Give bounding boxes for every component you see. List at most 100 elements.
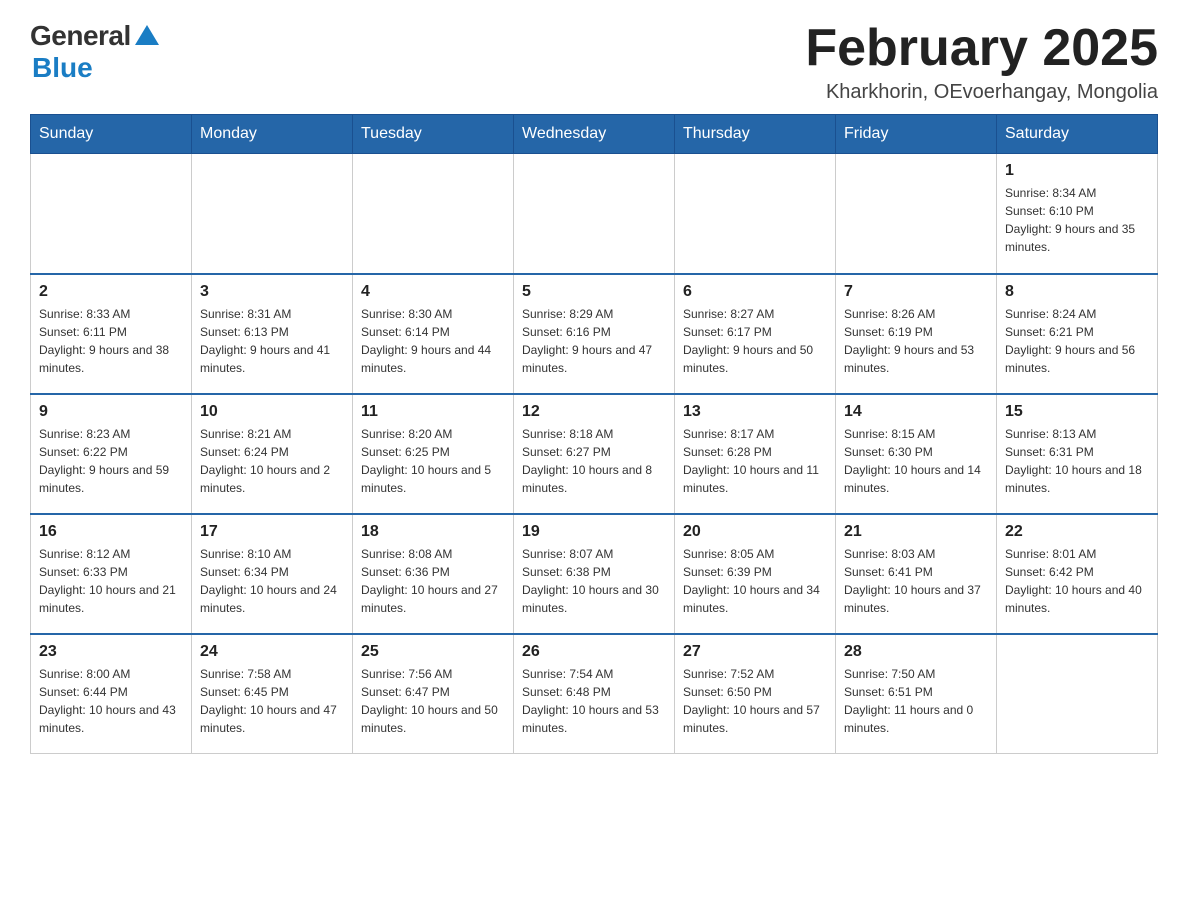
day-number: 10 (200, 403, 344, 421)
calendar-day-cell (836, 154, 997, 274)
day-info: Sunrise: 8:01 AMSunset: 6:42 PMDaylight:… (1005, 545, 1149, 617)
day-number: 4 (361, 283, 505, 301)
day-number: 18 (361, 523, 505, 541)
day-info: Sunrise: 8:10 AMSunset: 6:34 PMDaylight:… (200, 545, 344, 617)
day-number: 25 (361, 643, 505, 661)
calendar-day-header: Friday (836, 115, 997, 154)
day-info: Sunrise: 8:00 AMSunset: 6:44 PMDaylight:… (39, 665, 183, 737)
calendar-day-cell: 14 Sunrise: 8:15 AMSunset: 6:30 PMDayligh… (836, 394, 997, 514)
day-info: Sunrise: 8:18 AMSunset: 6:27 PMDaylight:… (522, 425, 666, 497)
day-number: 15 (1005, 403, 1149, 421)
day-number: 6 (683, 283, 827, 301)
day-info: Sunrise: 8:08 AMSunset: 6:36 PMDaylight:… (361, 545, 505, 617)
calendar-day-cell (31, 154, 192, 274)
calendar-day-cell: 26 Sunrise: 7:54 AMSunset: 6:48 PMDayligh… (514, 634, 675, 754)
day-number: 11 (361, 403, 505, 421)
day-info: Sunrise: 8:26 AMSunset: 6:19 PMDaylight:… (844, 305, 988, 377)
calendar-day-cell: 22 Sunrise: 8:01 AMSunset: 6:42 PMDayligh… (997, 514, 1158, 634)
calendar-day-header: Thursday (675, 115, 836, 154)
calendar-day-cell: 20Sunrise: 8:05 AMSunset: 6:39 PMDayligh… (675, 514, 836, 634)
calendar-day-cell: 13Sunrise: 8:17 AMSunset: 6:28 PMDayligh… (675, 394, 836, 514)
day-info: Sunrise: 7:56 AMSunset: 6:47 PMDaylight:… (361, 665, 505, 737)
day-info: Sunrise: 8:12 AMSunset: 6:33 PMDaylight:… (39, 545, 183, 617)
calendar-day-cell: 27Sunrise: 7:52 AMSunset: 6:50 PMDayligh… (675, 634, 836, 754)
calendar-day-cell: 19 Sunrise: 8:07 AMSunset: 6:38 PMDayligh… (514, 514, 675, 634)
day-info: Sunrise: 8:31 AMSunset: 6:13 PMDaylight:… (200, 305, 344, 377)
calendar-day-cell: 9 Sunrise: 8:23 AMSunset: 6:22 PMDaylight… (31, 394, 192, 514)
day-info: Sunrise: 8:03 AMSunset: 6:41 PMDaylight:… (844, 545, 988, 617)
day-number: 7 (844, 283, 988, 301)
calendar-day-cell: 12 Sunrise: 8:18 AMSunset: 6:27 PMDayligh… (514, 394, 675, 514)
calendar-day-cell (353, 154, 514, 274)
day-info: Sunrise: 8:27 AMSunset: 6:17 PMDaylight:… (683, 305, 827, 377)
calendar-day-cell: 5 Sunrise: 8:29 AMSunset: 6:16 PMDaylight… (514, 274, 675, 394)
day-number: 3 (200, 283, 344, 301)
day-number: 19 (522, 523, 666, 541)
day-info: Sunrise: 8:07 AMSunset: 6:38 PMDaylight:… (522, 545, 666, 617)
calendar-day-header: Saturday (997, 115, 1158, 154)
location-subtitle: Kharkhorin, OEvoerhangay, Mongolia (805, 81, 1158, 104)
day-number: 20 (683, 523, 827, 541)
calendar-day-header: Wednesday (514, 115, 675, 154)
calendar-day-cell: 28 Sunrise: 7:50 AMSunset: 6:51 PMDayligh… (836, 634, 997, 754)
day-number: 9 (39, 403, 183, 421)
calendar-day-cell: 11 Sunrise: 8:20 AMSunset: 6:25 PMDayligh… (353, 394, 514, 514)
calendar-day-cell: 7 Sunrise: 8:26 AMSunset: 6:19 PMDaylight… (836, 274, 997, 394)
calendar-day-header: Tuesday (353, 115, 514, 154)
logo-general-text: General (30, 20, 131, 52)
calendar-day-header: Sunday (31, 115, 192, 154)
calendar-day-cell: 4 Sunrise: 8:30 AMSunset: 6:14 PMDaylight… (353, 274, 514, 394)
calendar-week-row: 2 Sunrise: 8:33 AMSunset: 6:11 PMDaylight… (31, 274, 1158, 394)
calendar-day-cell (192, 154, 353, 274)
calendar-day-header: Monday (192, 115, 353, 154)
day-number: 12 (522, 403, 666, 421)
calendar-day-cell: 15 Sunrise: 8:13 AMSunset: 6:31 PMDayligh… (997, 394, 1158, 514)
calendar-day-cell: 25 Sunrise: 7:56 AMSunset: 6:47 PMDayligh… (353, 634, 514, 754)
calendar-header-row: SundayMondayTuesdayWednesdayThursdayFrid… (31, 115, 1158, 154)
calendar-day-cell: 3 Sunrise: 8:31 AMSunset: 6:13 PMDaylight… (192, 274, 353, 394)
day-number: 2 (39, 283, 183, 301)
day-number: 5 (522, 283, 666, 301)
calendar-day-cell: 6 Sunrise: 8:27 AMSunset: 6:17 PMDaylight… (675, 274, 836, 394)
day-number: 26 (522, 643, 666, 661)
calendar-day-cell: 16 Sunrise: 8:12 AMSunset: 6:33 PMDayligh… (31, 514, 192, 634)
day-info: Sunrise: 8:30 AMSunset: 6:14 PMDaylight:… (361, 305, 505, 377)
calendar-week-row: 16 Sunrise: 8:12 AMSunset: 6:33 PMDayligh… (31, 514, 1158, 634)
calendar-day-cell: 21Sunrise: 8:03 AMSunset: 6:41 PMDayligh… (836, 514, 997, 634)
logo-blue-text: Blue (32, 52, 93, 84)
calendar-day-cell: 23 Sunrise: 8:00 AMSunset: 6:44 PMDayligh… (31, 634, 192, 754)
day-info: Sunrise: 8:29 AMSunset: 6:16 PMDaylight:… (522, 305, 666, 377)
logo-triangle-icon (135, 25, 159, 45)
day-info: Sunrise: 7:50 AMSunset: 6:51 PMDaylight:… (844, 665, 988, 737)
calendar-day-cell: 2 Sunrise: 8:33 AMSunset: 6:11 PMDaylight… (31, 274, 192, 394)
day-number: 24 (200, 643, 344, 661)
calendar-table: SundayMondayTuesdayWednesdayThursdayFrid… (30, 114, 1158, 754)
day-info: Sunrise: 8:33 AMSunset: 6:11 PMDaylight:… (39, 305, 183, 377)
calendar-day-cell (675, 154, 836, 274)
day-number: 16 (39, 523, 183, 541)
day-number: 23 (39, 643, 183, 661)
day-number: 14 (844, 403, 988, 421)
month-title: February 2025 (805, 20, 1158, 77)
page-header: General Blue February 2025 Kharkhorin, O… (30, 20, 1158, 104)
calendar-day-cell (514, 154, 675, 274)
calendar-day-cell: 24Sunrise: 7:58 AMSunset: 6:45 PMDayligh… (192, 634, 353, 754)
day-number: 1 (1005, 162, 1149, 180)
day-info: Sunrise: 8:24 AMSunset: 6:21 PMDaylight:… (1005, 305, 1149, 377)
day-info: Sunrise: 8:20 AMSunset: 6:25 PMDaylight:… (361, 425, 505, 497)
day-number: 28 (844, 643, 988, 661)
day-info: Sunrise: 8:23 AMSunset: 6:22 PMDaylight:… (39, 425, 183, 497)
calendar-day-cell: 17 Sunrise: 8:10 AMSunset: 6:34 PMDayligh… (192, 514, 353, 634)
day-info: Sunrise: 8:15 AMSunset: 6:30 PMDaylight:… (844, 425, 988, 497)
calendar-day-cell: 8Sunrise: 8:24 AMSunset: 6:21 PMDaylight… (997, 274, 1158, 394)
title-area: February 2025 Kharkhorin, OEvoerhangay, … (805, 20, 1158, 104)
calendar-day-cell: 10Sunrise: 8:21 AMSunset: 6:24 PMDayligh… (192, 394, 353, 514)
day-number: 22 (1005, 523, 1149, 541)
logo: General Blue (30, 20, 159, 84)
calendar-week-row: 9 Sunrise: 8:23 AMSunset: 6:22 PMDaylight… (31, 394, 1158, 514)
day-number: 17 (200, 523, 344, 541)
day-info: Sunrise: 7:54 AMSunset: 6:48 PMDaylight:… (522, 665, 666, 737)
day-number: 13 (683, 403, 827, 421)
day-info: Sunrise: 8:13 AMSunset: 6:31 PMDaylight:… (1005, 425, 1149, 497)
day-info: Sunrise: 8:34 AMSunset: 6:10 PMDaylight:… (1005, 184, 1149, 256)
